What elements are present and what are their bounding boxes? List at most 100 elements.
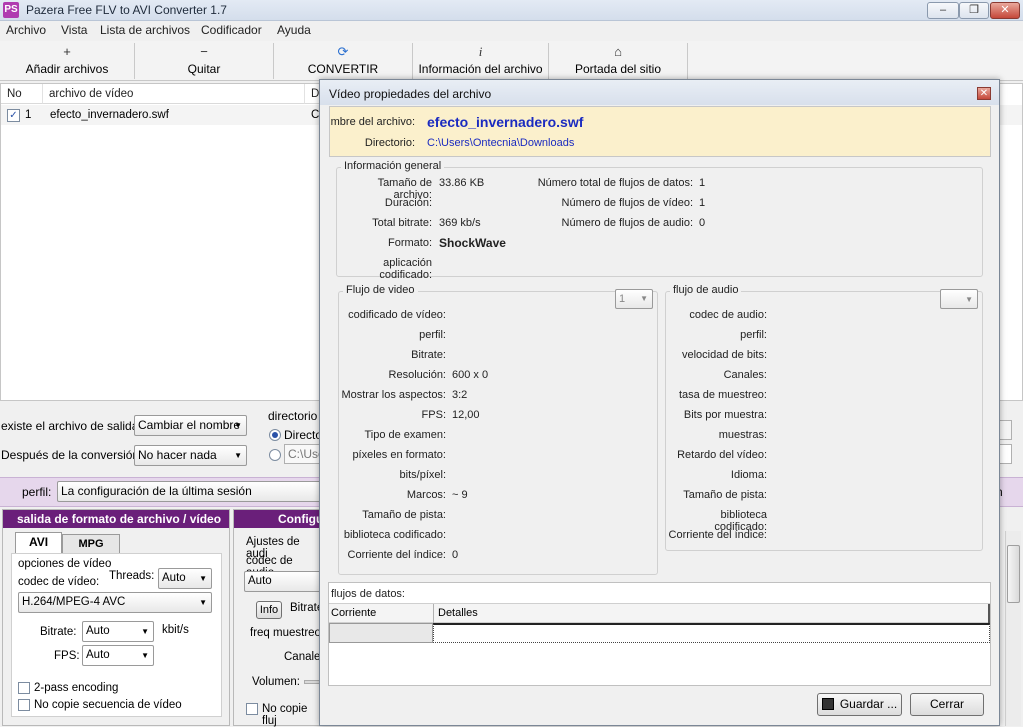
after-select[interactable]: No hacer nada ▼ xyxy=(134,445,247,466)
window-title: Pazera Free FLV to AVI Converter 1.7 xyxy=(26,3,227,17)
fps-select[interactable]: Auto ▼ xyxy=(82,645,154,666)
nocopy-video-label: No copie secuencia de vídeo xyxy=(34,699,182,711)
chevron-down-icon: ▼ xyxy=(199,574,207,583)
menu-lista-archivos[interactable]: Lista de archivos xyxy=(100,23,190,37)
video-stream-select[interactable]: 1 ▼ xyxy=(615,289,653,309)
chevron-down-icon: ▼ xyxy=(141,627,149,636)
chevron-down-icon: ▼ xyxy=(199,598,207,607)
format-panel-title: salida de formato de archivo / vídeo xyxy=(3,510,229,528)
audio-codec-select[interactable]: Auto xyxy=(244,571,324,592)
maximize-button[interactable]: ❐ xyxy=(959,2,989,19)
bitrate-label: Bitrate: xyxy=(40,626,77,638)
app-icon: PS xyxy=(3,2,19,18)
menu-codificador[interactable]: Codificador xyxy=(201,23,262,37)
audio-prop-key: tasa de muestreo: xyxy=(678,389,767,401)
close-dialog-button[interactable]: Cerrar xyxy=(910,693,984,716)
file-name-box: mbre del archivo: efecto_invernadero.swf… xyxy=(329,106,991,157)
video-stream-title: Flujo de video xyxy=(343,284,418,296)
general-key: Formato: xyxy=(387,237,432,249)
outdir-path-input[interactable]: C:\Use xyxy=(284,444,325,464)
general-info-group: Información general Tamaño de archivo: 33… xyxy=(336,160,983,281)
chevron-down-icon: ▼ xyxy=(965,295,973,304)
outdir-radio-2[interactable] xyxy=(269,449,281,461)
general-value: 33.86 KB xyxy=(439,177,485,189)
video-prop-value: 12,00 xyxy=(452,409,480,421)
audio-config-panel: Configu Ajustes de audi codec de audio A… xyxy=(233,509,326,727)
profile-select[interactable]: La configuración de la última sesión xyxy=(57,481,327,502)
volume-label: Volumen: xyxy=(252,676,300,688)
video-prop-value: 600 x 0 xyxy=(452,369,489,381)
sample-freq-label: freq muestreo xyxy=(250,627,321,639)
scrollbar-thumb[interactable] xyxy=(1007,545,1020,603)
dialog-close-icon[interactable]: ✕ xyxy=(977,87,991,100)
outdir-radio-1[interactable] xyxy=(269,429,281,441)
video-options-group: opciones de vídeo codec de vídeo: Thread… xyxy=(11,553,222,717)
file-properties-dialog: Vídeo propiedades del archivo ✕ mbre del… xyxy=(319,79,1000,726)
nocopy-audio-checkbox[interactable] xyxy=(246,703,258,715)
menu-archivo[interactable]: Archivo xyxy=(6,23,46,37)
general-value: ShockWave xyxy=(439,236,506,250)
audio-prop-key: Tamaño de pista: xyxy=(683,489,767,501)
details-cell[interactable] xyxy=(433,623,990,643)
add-files-button[interactable]: + Añadir archivos xyxy=(0,43,135,79)
audio-prop-key: Idioma: xyxy=(730,469,767,481)
menu-vista[interactable]: Vista xyxy=(61,23,87,37)
nocopy-video-checkbox[interactable] xyxy=(18,699,30,711)
tab-avi[interactable]: AVI xyxy=(15,532,62,553)
column-header-file[interactable]: archivo de vídeo xyxy=(43,84,305,104)
floppy-disk-icon xyxy=(821,698,834,710)
streams-header: Corriente Detalles xyxy=(329,603,990,623)
audio-prop-key: perfil: xyxy=(740,329,767,341)
audio-prop-key: Retardo del vídeo: xyxy=(677,449,767,461)
column-header-details[interactable]: Detalles xyxy=(438,607,478,619)
plus-icon: + xyxy=(63,44,71,59)
bitrate-select[interactable]: Auto ▼ xyxy=(82,621,154,642)
chevron-down-icon: ▼ xyxy=(640,294,648,303)
stream-cell[interactable] xyxy=(329,623,433,643)
close-button[interactable]: ✕ xyxy=(990,2,1020,19)
remove-button[interactable]: − Quitar xyxy=(135,43,274,79)
row-checkbox[interactable]: ✓ xyxy=(7,109,20,122)
twopass-label: 2-pass encoding xyxy=(34,682,119,694)
video-prop-key: Resolución: xyxy=(388,369,446,381)
file-info-button[interactable]: i Información del archivo xyxy=(413,43,549,79)
scrollbar[interactable] xyxy=(1005,531,1021,726)
data-streams-panel: flujos de datos: Corriente Detalles xyxy=(328,582,991,686)
general-value: 1 xyxy=(699,177,706,189)
row-filename: efecto_invernadero.swf xyxy=(50,109,169,121)
format-panel: salida de formato de archivo / vídeo AVI… xyxy=(2,509,230,726)
column-header-no[interactable]: No xyxy=(1,84,43,104)
homepage-button[interactable]: ⌂ Portada del sitio xyxy=(549,43,688,79)
threads-select[interactable]: Auto ▼ xyxy=(158,568,212,589)
menu-bar: Archivo Vista Lista de archivos Codifica… xyxy=(0,21,1023,41)
column-header-stream[interactable]: Corriente xyxy=(331,607,376,619)
convert-icon: ⟳ xyxy=(337,44,349,59)
minimize-button[interactable]: – xyxy=(927,2,959,19)
tab-mpg[interactable]: MPG xyxy=(62,534,120,554)
audio-stream-select[interactable]: ▼ xyxy=(940,289,978,309)
filename-label: mbre del archivo: xyxy=(330,116,415,128)
convert-button[interactable]: ⟳ CONVERTIR xyxy=(274,43,413,79)
fps-label: FPS: xyxy=(54,650,80,662)
video-codec-select[interactable]: H.264/MPEG-4 AVC ▼ xyxy=(18,592,212,613)
toolbar: + Añadir archivos − Quitar ⟳ CONVERTIR i Inf… xyxy=(0,41,1023,81)
audio-prop-key: muestras: xyxy=(718,429,767,441)
exists-select[interactable]: Cambiar el nombre ▼ xyxy=(134,415,247,436)
twopass-checkbox[interactable] xyxy=(18,682,30,694)
directory-value[interactable]: C:\Users\Ontecnia\Downloads xyxy=(427,137,574,149)
video-prop-key: Mostrar los aspectos: xyxy=(341,389,446,401)
save-button[interactable]: Guardar ... xyxy=(817,693,902,716)
audio-info-button[interactable]: Info xyxy=(256,601,282,619)
audio-stream-title: flujo de audio xyxy=(670,284,742,296)
video-prop-key: Marcos: xyxy=(406,489,446,501)
video-prop-key: FPS: xyxy=(421,409,446,421)
row-number: 1 xyxy=(25,109,32,121)
video-prop-key: Bitrate: xyxy=(411,349,446,361)
codec-label: codec de vídeo: xyxy=(18,576,100,588)
menu-ayuda[interactable]: Ayuda xyxy=(277,23,311,37)
title-bar: PS Pazera Free FLV to AVI Converter 1.7 … xyxy=(0,0,1023,21)
general-key: Número de flujos de vídeo: xyxy=(561,197,693,209)
general-key: aplicación codificado: xyxy=(379,257,432,281)
after-label: Después de la conversión: xyxy=(1,448,143,462)
video-prop-key: Tipo de examen: xyxy=(364,429,446,441)
